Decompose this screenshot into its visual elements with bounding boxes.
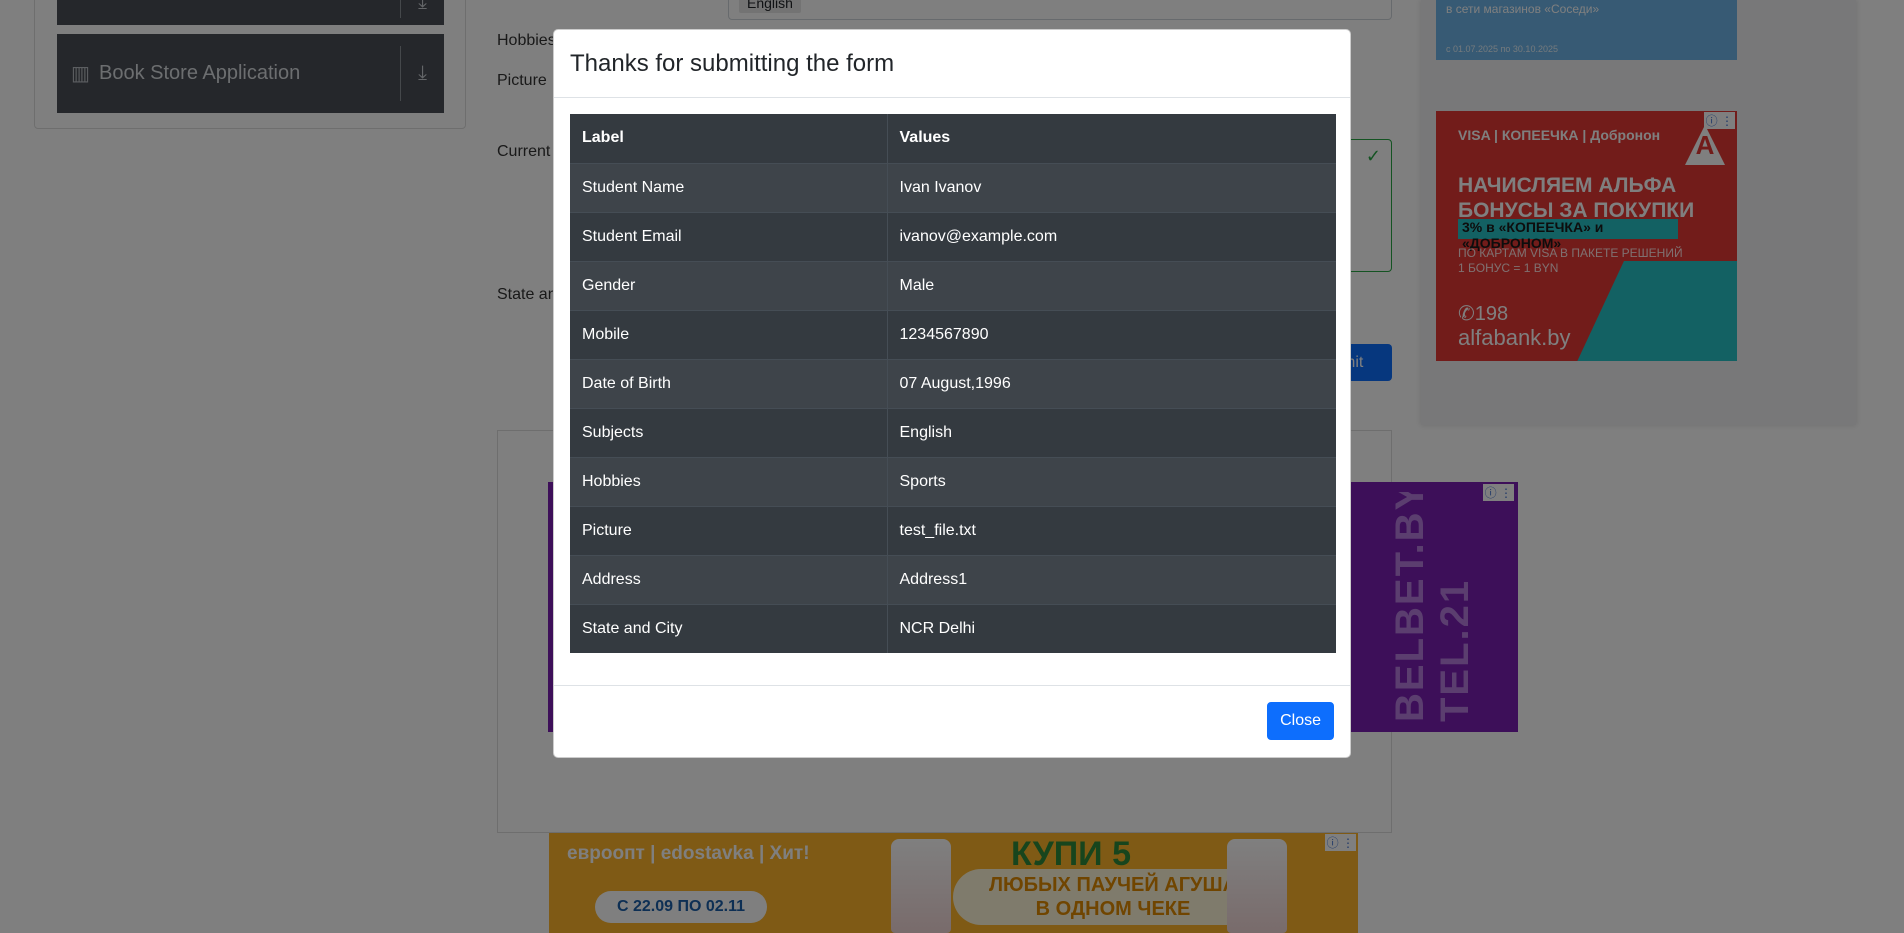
row-label: Hobbies [570,456,888,506]
label-column-header: Label [570,114,888,163]
row-label: Mobile [570,309,888,359]
row-value: English [887,407,1336,457]
row-value: Sports [887,456,1336,506]
modal-body: Label Values Student Name Ivan Ivanov Stu… [554,98,1350,669]
row-value: Male [887,260,1336,310]
modal-header: Thanks for submitting the form [554,30,1350,98]
row-label: Date of Birth [570,358,888,408]
table-header-row: Label Values [570,114,1336,163]
table-row: Date of Birth 07 August,1996 [570,358,1336,408]
row-label: Student Email [570,211,888,261]
row-value: NCR Delhi [887,603,1336,653]
row-value: ivanov@example.com [887,211,1336,261]
results-table: Label Values Student Name Ivan Ivanov Stu… [570,114,1336,653]
row-label: Subjects [570,407,888,457]
row-label: Student Name [570,162,888,212]
table-row: Mobile 1234567890 [570,309,1336,359]
values-column-header: Values [899,129,951,147]
table-row: Picture test_file.txt [570,505,1336,555]
table-row: Student Email ivanov@example.com [570,211,1336,261]
row-label: Address [570,554,888,604]
close-button[interactable]: Close [1267,702,1334,740]
modal-title: Thanks for submitting the form [570,49,895,77]
row-value: test_file.txt [887,505,1336,555]
row-value: Address1 [887,554,1336,604]
modal-footer: Close [554,685,1350,757]
row-value: 07 August,1996 [887,358,1336,408]
table-row: Student Name Ivan Ivanov [570,162,1336,212]
row-value: 1234567890 [887,309,1336,359]
table-row: Gender Male [570,260,1336,310]
table-row: State and City NCR Delhi [570,603,1336,653]
table-row: Subjects English [570,407,1336,457]
table-row: Hobbies Sports [570,456,1336,506]
table-row: Address Address1 [570,554,1336,604]
row-label: Picture [570,505,888,555]
row-value: Ivan Ivanov [887,162,1336,212]
submission-modal: Thanks for submitting the form Label Val… [553,29,1351,758]
row-label: State and City [570,603,888,653]
row-label: Gender [570,260,888,310]
